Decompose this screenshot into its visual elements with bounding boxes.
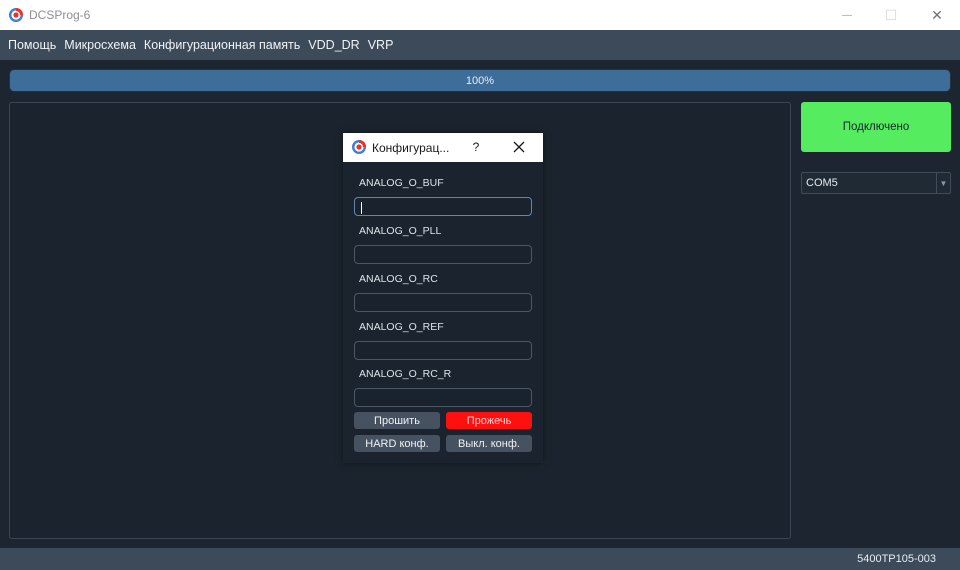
menu-vrp[interactable]: VRP	[364, 30, 398, 60]
com-port-value: COM5	[806, 177, 838, 189]
analog-o-rc-input[interactable]	[354, 293, 532, 312]
hard-config-button[interactable]: HARD конф.	[354, 435, 440, 452]
config-dialog: Конфигурац... ? ANALOG_O_BUF ANALOG_O_PL…	[343, 133, 543, 463]
field-label-analog-o-buf: ANALOG_O_BUF	[359, 177, 444, 189]
field-label-analog-o-ref: ANALOG_O_REF	[359, 321, 444, 333]
close-icon: ✕	[931, 6, 943, 23]
analog-o-buf-input[interactable]	[354, 197, 532, 216]
maximize-button[interactable]: ☐	[868, 0, 914, 30]
dialog-logo-icon	[352, 140, 366, 154]
chevron-down-icon[interactable]: ▼	[936, 173, 950, 193]
text-caret	[361, 202, 362, 214]
dialog-title-bar: Конфигурац... ?	[343, 133, 543, 162]
status-bar: 5400TP105-003	[0, 548, 960, 570]
menu-chip[interactable]: Микросхема	[60, 30, 140, 60]
dialog-close-button[interactable]	[510, 138, 528, 156]
field-label-analog-o-rc-r: ANALOG_O_RC_R	[359, 368, 452, 380]
analog-o-pll-input[interactable]	[354, 245, 532, 264]
field-label-analog-o-pll: ANALOG_O_PLL	[359, 225, 442, 237]
analog-o-ref-input[interactable]	[354, 341, 532, 360]
menu-bar: Помощь Микросхема Конфигурационная памят…	[0, 30, 960, 60]
menu-help[interactable]: Помощь	[4, 30, 60, 60]
window-title: DCSProg-6	[29, 8, 91, 22]
analog-o-rc-r-input[interactable]	[354, 388, 532, 407]
dialog-title: Конфигурац...	[372, 141, 450, 155]
device-model-label: 5400TP105-003	[857, 553, 936, 565]
burn-button[interactable]: Прожечь	[446, 412, 532, 429]
help-button[interactable]: ?	[469, 138, 483, 156]
menu-config-memory[interactable]: Конфигурационная память	[140, 30, 304, 60]
minimize-icon: —	[842, 9, 852, 21]
field-label-analog-o-rc: ANALOG_O_RC	[359, 273, 438, 285]
close-icon	[513, 141, 525, 153]
close-window-button[interactable]: ✕	[914, 0, 960, 30]
title-bar: DCSProg-6 — ☐ ✕	[0, 0, 960, 30]
disable-config-button[interactable]: Выкл. конф.	[446, 435, 532, 452]
progress-bar: 100%	[9, 69, 951, 92]
flash-button[interactable]: Прошить	[354, 412, 440, 429]
connect-button[interactable]: Подключено	[801, 102, 951, 152]
com-port-select[interactable]: COM5 ▼	[801, 172, 951, 194]
minimize-button[interactable]: —	[824, 0, 870, 30]
menu-vdd-dr[interactable]: VDD_DR	[304, 30, 363, 60]
maximize-icon: ☐	[884, 6, 898, 23]
app-logo-icon	[9, 8, 23, 22]
progress-label: 100%	[465, 74, 495, 87]
